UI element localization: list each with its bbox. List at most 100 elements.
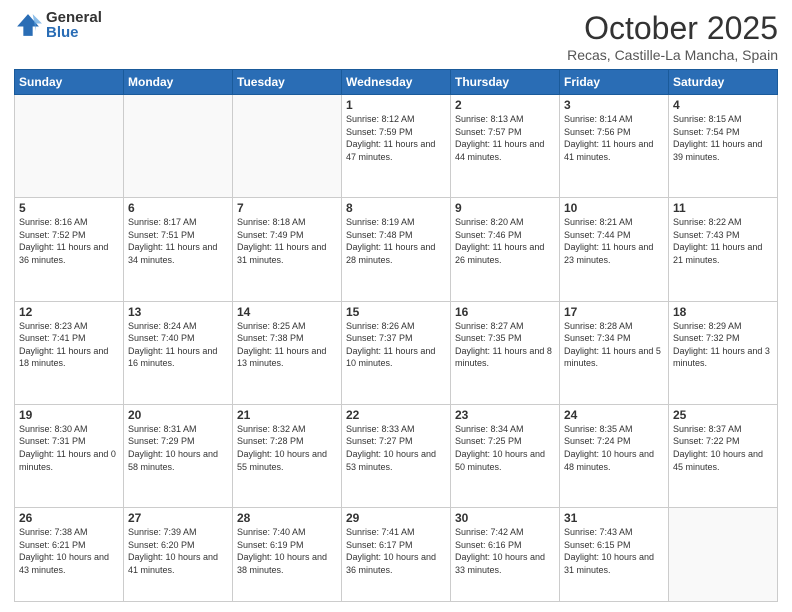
day-info: Sunrise: 8:15 AM Sunset: 7:54 PM Dayligh… [673,113,773,163]
day-info: Sunrise: 8:19 AM Sunset: 7:48 PM Dayligh… [346,216,446,266]
day-number: 11 [673,201,773,215]
table-row: 21Sunrise: 8:32 AM Sunset: 7:28 PM Dayli… [233,404,342,507]
logo-general-text: General [46,10,102,25]
day-info: Sunrise: 8:24 AM Sunset: 7:40 PM Dayligh… [128,320,228,370]
header: General Blue October 2025 Recas, Castill… [14,10,778,63]
table-row: 29Sunrise: 7:41 AM Sunset: 6:17 PM Dayli… [342,508,451,602]
table-row: 24Sunrise: 8:35 AM Sunset: 7:24 PM Dayli… [560,404,669,507]
table-row: 16Sunrise: 8:27 AM Sunset: 7:35 PM Dayli… [451,301,560,404]
calendar-week-row: 12Sunrise: 8:23 AM Sunset: 7:41 PM Dayli… [15,301,778,404]
col-thursday: Thursday [451,70,560,95]
logo: General Blue [14,10,102,40]
day-info: Sunrise: 8:31 AM Sunset: 7:29 PM Dayligh… [128,423,228,473]
day-number: 7 [237,201,337,215]
day-number: 19 [19,408,119,422]
table-row: 15Sunrise: 8:26 AM Sunset: 7:37 PM Dayli… [342,301,451,404]
day-info: Sunrise: 8:14 AM Sunset: 7:56 PM Dayligh… [564,113,664,163]
day-info: Sunrise: 8:32 AM Sunset: 7:28 PM Dayligh… [237,423,337,473]
table-row: 8Sunrise: 8:19 AM Sunset: 7:48 PM Daylig… [342,198,451,301]
day-info: Sunrise: 8:21 AM Sunset: 7:44 PM Dayligh… [564,216,664,266]
day-info: Sunrise: 8:12 AM Sunset: 7:59 PM Dayligh… [346,113,446,163]
table-row: 12Sunrise: 8:23 AM Sunset: 7:41 PM Dayli… [15,301,124,404]
col-friday: Friday [560,70,669,95]
day-info: Sunrise: 7:43 AM Sunset: 6:15 PM Dayligh… [564,526,664,576]
table-row: 4Sunrise: 8:15 AM Sunset: 7:54 PM Daylig… [669,95,778,198]
table-row: 1Sunrise: 8:12 AM Sunset: 7:59 PM Daylig… [342,95,451,198]
location-subtitle: Recas, Castille-La Mancha, Spain [567,47,778,63]
logo-blue-text: Blue [46,25,102,40]
col-sunday: Sunday [15,70,124,95]
table-row: 7Sunrise: 8:18 AM Sunset: 7:49 PM Daylig… [233,198,342,301]
day-info: Sunrise: 8:27 AM Sunset: 7:35 PM Dayligh… [455,320,555,370]
table-row: 10Sunrise: 8:21 AM Sunset: 7:44 PM Dayli… [560,198,669,301]
day-info: Sunrise: 8:35 AM Sunset: 7:24 PM Dayligh… [564,423,664,473]
day-info: Sunrise: 7:38 AM Sunset: 6:21 PM Dayligh… [19,526,119,576]
day-number: 1 [346,98,446,112]
day-info: Sunrise: 8:26 AM Sunset: 7:37 PM Dayligh… [346,320,446,370]
day-info: Sunrise: 8:29 AM Sunset: 7:32 PM Dayligh… [673,320,773,370]
col-tuesday: Tuesday [233,70,342,95]
table-row [15,95,124,198]
day-number: 30 [455,511,555,525]
day-info: Sunrise: 8:13 AM Sunset: 7:57 PM Dayligh… [455,113,555,163]
day-number: 25 [673,408,773,422]
day-info: Sunrise: 8:30 AM Sunset: 7:31 PM Dayligh… [19,423,119,473]
table-row: 31Sunrise: 7:43 AM Sunset: 6:15 PM Dayli… [560,508,669,602]
calendar-week-row: 5Sunrise: 8:16 AM Sunset: 7:52 PM Daylig… [15,198,778,301]
title-block: October 2025 Recas, Castille-La Mancha, … [567,10,778,63]
day-number: 29 [346,511,446,525]
table-row: 30Sunrise: 7:42 AM Sunset: 6:16 PM Dayli… [451,508,560,602]
table-row: 13Sunrise: 8:24 AM Sunset: 7:40 PM Dayli… [124,301,233,404]
day-number: 17 [564,305,664,319]
table-row: 14Sunrise: 8:25 AM Sunset: 7:38 PM Dayli… [233,301,342,404]
table-row [124,95,233,198]
col-monday: Monday [124,70,233,95]
day-number: 15 [346,305,446,319]
day-number: 8 [346,201,446,215]
table-row: 6Sunrise: 8:17 AM Sunset: 7:51 PM Daylig… [124,198,233,301]
table-row: 9Sunrise: 8:20 AM Sunset: 7:46 PM Daylig… [451,198,560,301]
day-info: Sunrise: 7:40 AM Sunset: 6:19 PM Dayligh… [237,526,337,576]
logo-icon [14,11,42,39]
table-row: 19Sunrise: 8:30 AM Sunset: 7:31 PM Dayli… [15,404,124,507]
calendar-table: Sunday Monday Tuesday Wednesday Thursday… [14,69,778,602]
table-row: 11Sunrise: 8:22 AM Sunset: 7:43 PM Dayli… [669,198,778,301]
day-number: 14 [237,305,337,319]
calendar-week-row: 1Sunrise: 8:12 AM Sunset: 7:59 PM Daylig… [15,95,778,198]
table-row [669,508,778,602]
col-saturday: Saturday [669,70,778,95]
calendar-header-row: Sunday Monday Tuesday Wednesday Thursday… [15,70,778,95]
day-info: Sunrise: 8:20 AM Sunset: 7:46 PM Dayligh… [455,216,555,266]
day-info: Sunrise: 8:23 AM Sunset: 7:41 PM Dayligh… [19,320,119,370]
day-info: Sunrise: 8:17 AM Sunset: 7:51 PM Dayligh… [128,216,228,266]
day-number: 26 [19,511,119,525]
day-number: 31 [564,511,664,525]
table-row: 23Sunrise: 8:34 AM Sunset: 7:25 PM Dayli… [451,404,560,507]
day-number: 22 [346,408,446,422]
table-row: 20Sunrise: 8:31 AM Sunset: 7:29 PM Dayli… [124,404,233,507]
day-number: 24 [564,408,664,422]
day-number: 20 [128,408,228,422]
table-row: 28Sunrise: 7:40 AM Sunset: 6:19 PM Dayli… [233,508,342,602]
day-info: Sunrise: 8:22 AM Sunset: 7:43 PM Dayligh… [673,216,773,266]
day-info: Sunrise: 8:34 AM Sunset: 7:25 PM Dayligh… [455,423,555,473]
day-number: 10 [564,201,664,215]
month-title: October 2025 [567,10,778,47]
table-row: 2Sunrise: 8:13 AM Sunset: 7:57 PM Daylig… [451,95,560,198]
day-number: 9 [455,201,555,215]
day-number: 18 [673,305,773,319]
table-row: 18Sunrise: 8:29 AM Sunset: 7:32 PM Dayli… [669,301,778,404]
logo-text: General Blue [46,10,102,40]
day-info: Sunrise: 8:37 AM Sunset: 7:22 PM Dayligh… [673,423,773,473]
day-info: Sunrise: 8:25 AM Sunset: 7:38 PM Dayligh… [237,320,337,370]
day-number: 4 [673,98,773,112]
day-info: Sunrise: 8:18 AM Sunset: 7:49 PM Dayligh… [237,216,337,266]
table-row: 5Sunrise: 8:16 AM Sunset: 7:52 PM Daylig… [15,198,124,301]
table-row: 22Sunrise: 8:33 AM Sunset: 7:27 PM Dayli… [342,404,451,507]
table-row: 3Sunrise: 8:14 AM Sunset: 7:56 PM Daylig… [560,95,669,198]
day-number: 2 [455,98,555,112]
table-row [233,95,342,198]
day-number: 6 [128,201,228,215]
day-number: 16 [455,305,555,319]
day-number: 23 [455,408,555,422]
